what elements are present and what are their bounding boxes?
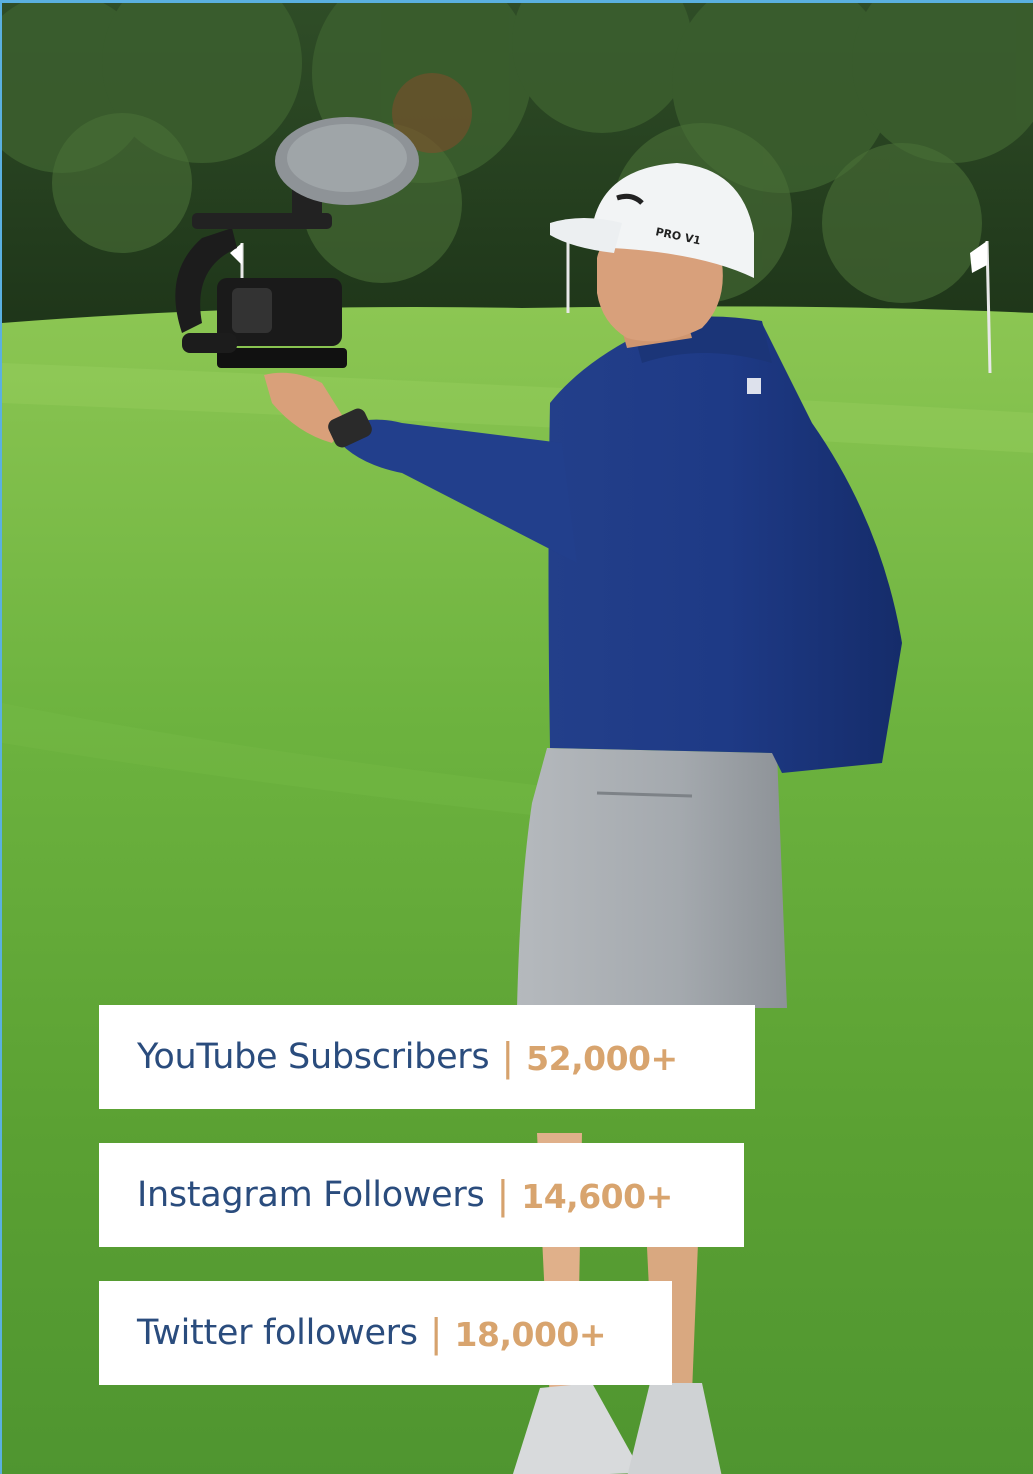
stat-separator: | (496, 1173, 510, 1217)
stat-separator: | (429, 1311, 443, 1355)
instagram-followers-stat: Instagram Followers | 14,600+ (99, 1143, 744, 1247)
stat-label: Instagram Followers (137, 1175, 485, 1215)
stat-label: Twitter followers (137, 1313, 418, 1353)
stat-value: 14,600+ (521, 1177, 673, 1216)
hero-photo: PRO V1 (0, 0, 1033, 1474)
stat-label: YouTube Subscribers (137, 1037, 490, 1077)
twitter-followers-stat: Twitter followers | 18,000+ (99, 1281, 672, 1385)
stat-separator: | (501, 1035, 515, 1079)
stat-value: 52,000+ (526, 1039, 678, 1078)
youtube-subscribers-stat: YouTube Subscribers | 52,000+ (99, 1005, 755, 1109)
golf-course-scene: PRO V1 (2, 3, 1033, 1474)
stat-value: 18,000+ (454, 1315, 607, 1354)
